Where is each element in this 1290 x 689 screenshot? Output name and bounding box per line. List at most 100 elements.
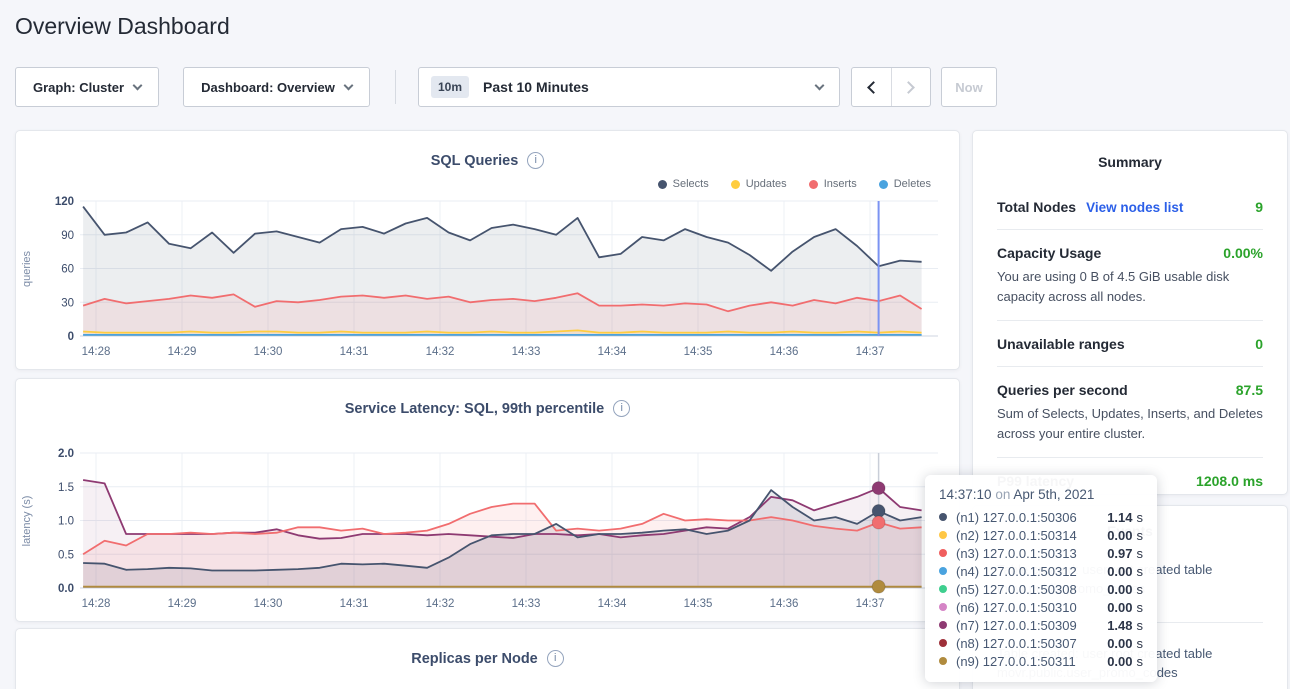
svg-text:14:37: 14:37 — [856, 598, 885, 610]
node-color-dot-icon — [939, 567, 947, 575]
now-button[interactable]: Now — [941, 67, 997, 107]
now-button-label: Now — [955, 80, 982, 95]
svg-text:queries: queries — [21, 250, 33, 287]
view-nodes-list-link[interactable]: View nodes list — [1086, 200, 1183, 215]
tooltip-node-row: (n9) 127.0.0.1:503110.00s — [939, 652, 1143, 670]
svg-text:14:33: 14:33 — [512, 346, 541, 358]
tooltip-node-label: (n5) 127.0.0.1:50308 — [956, 582, 1107, 597]
tooltip-node-value: 0.00 — [1107, 582, 1132, 597]
summary-row: Total NodesView nodes list9 — [997, 184, 1263, 229]
legend-dot-icon — [658, 180, 667, 189]
tooltip-node-label: (n9) 127.0.0.1:50311 — [956, 654, 1107, 669]
svg-text:14:37: 14:37 — [856, 346, 885, 358]
tooltip-node-unit: s — [1137, 564, 1144, 579]
svg-text:14:28: 14:28 — [82, 598, 111, 610]
svg-text:1.5: 1.5 — [58, 482, 74, 494]
time-step-buttons — [851, 67, 931, 107]
tooltip-node-unit: s — [1137, 654, 1144, 669]
svg-text:14:30: 14:30 — [254, 598, 283, 610]
node-color-dot-icon — [939, 549, 947, 557]
summary-panel: Summary Total NodesView nodes list9Capac… — [972, 130, 1288, 495]
legend-label: Deletes — [894, 178, 931, 190]
chevron-down-icon — [133, 80, 143, 90]
svg-text:latency (s): latency (s) — [21, 496, 33, 547]
sql-queries-card: SQL Queries i SelectsUpdatesInsertsDelet… — [15, 130, 960, 370]
tooltip-node-row: (n2) 127.0.0.1:503140.00s — [939, 526, 1143, 544]
time-forward-button[interactable] — [891, 68, 931, 106]
info-icon[interactable]: i — [547, 650, 564, 667]
summary-value: 0 — [1255, 336, 1263, 352]
legend-dot-icon — [731, 180, 740, 189]
info-icon[interactable]: i — [527, 152, 544, 169]
summary-label: Unavailable ranges — [997, 336, 1125, 352]
svg-text:1.0: 1.0 — [58, 516, 74, 528]
service-latency-title: Service Latency: SQL, 99th percentile — [345, 401, 605, 417]
summary-label: Total Nodes — [997, 199, 1076, 215]
svg-text:0.0: 0.0 — [58, 583, 74, 595]
tooltip-node-label: (n3) 127.0.0.1:50313 — [956, 546, 1107, 561]
legend-label: Updates — [746, 178, 787, 190]
svg-text:14:29: 14:29 — [168, 346, 197, 358]
tooltip-node-value: 1.48 — [1107, 618, 1132, 633]
summary-description: Sum of Selects, Updates, Inserts, and De… — [997, 404, 1263, 443]
sql-queries-title: SQL Queries — [431, 153, 519, 169]
chevron-left-icon — [867, 81, 880, 94]
chart-hover-tooltip: 14:37:10 on Apr 5th, 2021 (n1) 127.0.0.1… — [925, 475, 1157, 682]
tooltip-node-unit: s — [1137, 528, 1144, 543]
summary-title: Summary — [973, 131, 1287, 176]
tooltip-time: 14:37:10 — [939, 487, 992, 502]
time-range-badge: 10m — [431, 76, 469, 98]
sql-queries-chart[interactable]: 030609012014:2814:2914:3014:3114:3214:33… — [16, 193, 961, 365]
node-color-dot-icon — [939, 639, 947, 647]
chevron-down-icon — [343, 80, 353, 90]
svg-text:14:31: 14:31 — [340, 346, 369, 358]
tooltip-node-value: 0.97 — [1107, 546, 1132, 561]
tooltip-node-unit: s — [1137, 546, 1144, 561]
svg-text:14:31: 14:31 — [340, 598, 369, 610]
tooltip-node-label: (n1) 127.0.0.1:50306 — [956, 510, 1107, 525]
svg-text:14:35: 14:35 — [684, 346, 713, 358]
tooltip-node-row: (n1) 127.0.0.1:503061.14s — [939, 508, 1143, 526]
info-icon[interactable]: i — [613, 400, 630, 417]
node-color-dot-icon — [939, 513, 947, 521]
tooltip-node-value: 0.00 — [1107, 636, 1132, 651]
replicas-per-node-card: Replicas per Node i — [15, 628, 960, 689]
summary-value: 87.5 — [1236, 382, 1263, 398]
summary-label: Capacity Usage — [997, 245, 1101, 261]
tooltip-node-label: (n8) 127.0.0.1:50307 — [956, 636, 1107, 651]
tooltip-node-unit: s — [1137, 636, 1144, 651]
tooltip-rows: (n1) 127.0.0.1:503061.14s(n2) 127.0.0.1:… — [939, 508, 1143, 670]
time-range-picker[interactable]: 10m Past 10 Minutes — [418, 67, 840, 107]
summary-row-head: Total NodesView nodes list9 — [997, 199, 1263, 215]
tooltip-node-row: (n5) 127.0.0.1:503080.00 s — [939, 580, 1143, 598]
toolbar-divider — [395, 70, 396, 104]
summary-row: Unavailable ranges 0 — [997, 320, 1263, 366]
summary-rows: Total NodesView nodes list9Capacity Usag… — [973, 184, 1287, 503]
service-latency-chart[interactable]: 0.00.51.01.52.014:2814:2914:3014:3114:32… — [16, 445, 961, 617]
summary-row: Capacity Usage0.00%You are using 0 B of … — [997, 229, 1263, 320]
tooltip-node-label: (n7) 127.0.0.1:50309 — [956, 618, 1107, 633]
dashboard-selector-dropdown[interactable]: Dashboard: Overview — [183, 67, 370, 107]
chevron-right-icon — [902, 81, 915, 94]
page-title: Overview Dashboard — [15, 13, 230, 40]
svg-text:14:32: 14:32 — [426, 598, 455, 610]
graph-selector-label: Graph: Cluster — [33, 80, 124, 95]
summary-row-head: Capacity Usage 0.00% — [997, 245, 1263, 261]
tooltip-node-unit: s — [1137, 618, 1144, 633]
summary-row-head: Unavailable ranges 0 — [997, 336, 1263, 352]
time-back-button[interactable] — [852, 68, 891, 106]
summary-value: 0.00% — [1223, 245, 1263, 261]
svg-text:0: 0 — [68, 331, 74, 343]
tooltip-node-row: (n7) 127.0.0.1:503091.48 s — [939, 616, 1143, 634]
graph-selector-dropdown[interactable]: Graph: Cluster — [15, 67, 159, 107]
tooltip-node-value: 0.00 — [1107, 600, 1132, 615]
tooltip-connector: on — [995, 487, 1013, 502]
tooltip-node-unit: s — [1137, 582, 1144, 597]
svg-text:14:30: 14:30 — [254, 346, 283, 358]
summary-row-head: Queries per second87.5 — [997, 382, 1263, 398]
replicas-per-node-title: Replicas per Node — [411, 651, 538, 667]
svg-text:120: 120 — [55, 196, 74, 208]
legend-item-updates: Updates — [731, 178, 787, 190]
svg-text:0.5: 0.5 — [58, 549, 74, 561]
svg-text:14:32: 14:32 — [426, 346, 455, 358]
